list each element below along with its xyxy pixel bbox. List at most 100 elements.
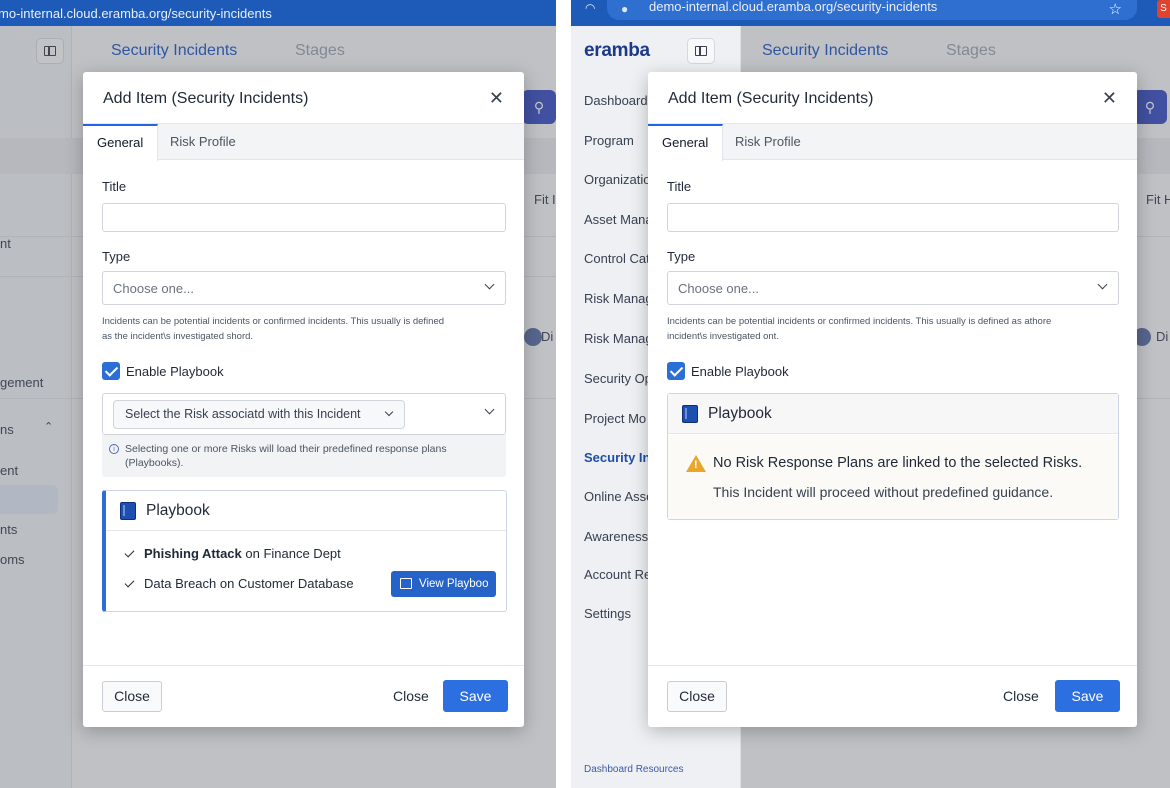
- playbook-title: Playbook: [708, 405, 772, 422]
- enable-playbook-label[interactable]: Enable Playbook: [126, 364, 224, 379]
- playbook-card: Playbook Phishing Attack on Finance Dept…: [102, 490, 507, 612]
- save-button[interactable]: Save: [1055, 680, 1120, 712]
- url-text[interactable]: demo-internal.cloud.eramba.org/security-…: [649, 0, 937, 14]
- playbook-card: Playbook No Risk Response Plans are link…: [667, 393, 1119, 520]
- close-outline-button[interactable]: Close: [102, 681, 162, 712]
- sidebar-item[interactable]: Control Cat: [584, 251, 650, 266]
- close-outline-button[interactable]: Close: [667, 681, 727, 712]
- wifi-icon: ◠: [585, 1, 596, 15]
- type-label: Type: [667, 249, 696, 264]
- modal-tabs: General Risk Profile: [648, 124, 1137, 161]
- sidebar-item[interactable]: Risk Manag: [584, 291, 653, 306]
- title-label: Title: [667, 179, 692, 194]
- title-input[interactable]: [102, 203, 506, 232]
- save-button[interactable]: Save: [443, 680, 508, 712]
- type-select[interactable]: Choose one...: [102, 271, 506, 305]
- app-logo[interactable]: eramba: [584, 40, 650, 62]
- sidebar-item-active[interactable]: Security In: [584, 450, 650, 465]
- panel-divider: [556, 0, 571, 788]
- title-label: Title: [102, 179, 127, 194]
- chevron-down-icon: [1097, 279, 1108, 290]
- no-plans-warning: No Risk Response Plans are linked to the…: [668, 435, 1118, 519]
- enable-playbook-checkbox[interactable]: [667, 362, 685, 380]
- view-playbook-label: View Playboo: [419, 578, 489, 590]
- help-line: incident\s investigated ont.: [667, 331, 779, 342]
- check-icon: [124, 577, 135, 588]
- check-icon: [124, 547, 135, 558]
- enable-playbook-checkbox[interactable]: [102, 362, 120, 380]
- left-screenshot: mo-internal.cloud.eramba.org/security-in…: [0, 0, 556, 788]
- modal-header: Add Item (Security Incidents) ✕: [648, 72, 1137, 124]
- url-text[interactable]: mo-internal.cloud.eramba.org/security-in…: [0, 6, 272, 21]
- sidebar-toggle-button[interactable]: [687, 38, 715, 64]
- risk-info-box: i Selecting one or more Risks will load …: [102, 435, 506, 477]
- playbook-header: Playbook: [668, 394, 1118, 434]
- risk-select[interactable]: Select the Risk associatd with this Inci…: [102, 393, 506, 435]
- type-select-value: Choose one...: [113, 281, 194, 296]
- playbook-item-target: on Finance Dept: [241, 546, 341, 561]
- playbook-item-text: Data Breach on Customer Database: [144, 576, 354, 591]
- warning-subtext: This Incident will proceed without prede…: [713, 484, 1054, 500]
- right-screenshot: ◠ ● demo-internal.cloud.eramba.org/secur…: [571, 0, 1170, 788]
- external-view-icon: [400, 578, 412, 589]
- modal-header: Add Item (Security Incidents) ✕: [83, 72, 524, 124]
- modal-footer: Close Close Save: [648, 665, 1137, 727]
- title-input[interactable]: [667, 203, 1119, 232]
- add-item-modal: Add Item (Security Incidents) ✕ General …: [83, 72, 524, 727]
- tab-general[interactable]: General: [83, 124, 159, 161]
- type-help-text: Incidents can be potential incidents or …: [102, 314, 444, 344]
- help-line: as the incident\s investigated shord.: [102, 331, 254, 342]
- book-icon: [682, 405, 698, 423]
- risk-info-text: Selecting one or more Risks will load th…: [125, 443, 447, 469]
- modal-title: Add Item (Security Incidents): [668, 90, 874, 107]
- star-icon[interactable]: ☆: [1109, 0, 1122, 18]
- sidebar-item[interactable]: Settings: [584, 606, 631, 621]
- modal-title: Add Item (Security Incidents): [103, 90, 309, 107]
- playbook-title: Playbook: [146, 502, 210, 519]
- help-line: Incidents can be potential incidents or …: [102, 316, 445, 327]
- playbook-header: Playbook: [106, 491, 506, 531]
- enable-playbook-label[interactable]: Enable Playbook: [691, 364, 789, 379]
- sidebar-item[interactable]: Program: [584, 133, 634, 148]
- playbook-item: Phishing Attack on Finance Dept: [124, 546, 341, 561]
- playbook-item: Data Breach on Customer Database: [124, 576, 354, 591]
- sidebar-item[interactable]: Awareness: [584, 529, 648, 544]
- sidebar-item[interactable]: Risk Manag: [584, 331, 653, 346]
- tab-risk-profile[interactable]: Risk Profile: [156, 124, 250, 160]
- playbook-item-risk: Phishing Attack: [144, 546, 242, 561]
- add-item-modal: Add Item (Security Incidents) ✕ General …: [648, 72, 1137, 727]
- sidebar-item[interactable]: Organizatio: [584, 172, 650, 187]
- view-playbook-button[interactable]: View Playboo: [391, 571, 496, 597]
- chevron-down-icon: [484, 404, 495, 415]
- browser-url-bar[interactable]: ◠ ● demo-internal.cloud.eramba.org/secur…: [571, 0, 1170, 26]
- info-icon: i: [109, 444, 119, 454]
- browser-url-bar[interactable]: mo-internal.cloud.eramba.org/security-in…: [0, 0, 556, 26]
- warning-icon: [686, 455, 706, 472]
- tab-general[interactable]: General: [648, 124, 724, 161]
- chevron-down-icon: [484, 279, 495, 290]
- close-text-button[interactable]: Close: [1003, 688, 1039, 704]
- risk-select-pill[interactable]: Select the Risk associatd with this Inci…: [113, 400, 405, 429]
- type-select-value: Choose one...: [678, 281, 759, 296]
- chevron-down-icon: [384, 407, 394, 417]
- close-icon[interactable]: ✕: [1102, 88, 1117, 109]
- type-help-text: Incidents can be potential incidents or …: [667, 314, 1051, 344]
- sidebar-footer-link[interactable]: Dashboard Resources: [584, 764, 684, 775]
- tab-risk-profile[interactable]: Risk Profile: [721, 124, 815, 160]
- type-label: Type: [102, 249, 131, 264]
- sidebar-item[interactable]: Online Asse: [584, 489, 653, 504]
- sidebar-item[interactable]: Project Mo: [584, 411, 646, 426]
- close-icon[interactable]: ✕: [489, 88, 504, 109]
- warning-title: No Risk Response Plans are linked to the…: [713, 455, 1083, 471]
- lock-icon: ●: [621, 2, 629, 16]
- help-line: Incidents can be potential incidents or …: [667, 316, 1052, 327]
- sidebar-toggle-icon: [695, 46, 707, 56]
- close-text-button[interactable]: Close: [393, 688, 429, 704]
- sidebar-item[interactable]: Security Op: [584, 371, 652, 386]
- modal-tabs: General Risk Profile: [83, 124, 524, 161]
- type-select[interactable]: Choose one...: [667, 271, 1119, 305]
- book-icon: [120, 502, 136, 520]
- sidebar-item[interactable]: Asset Mana: [584, 212, 653, 227]
- sidebar-item[interactable]: Account Re: [584, 567, 651, 582]
- extension-icon[interactable]: S: [1157, 0, 1170, 18]
